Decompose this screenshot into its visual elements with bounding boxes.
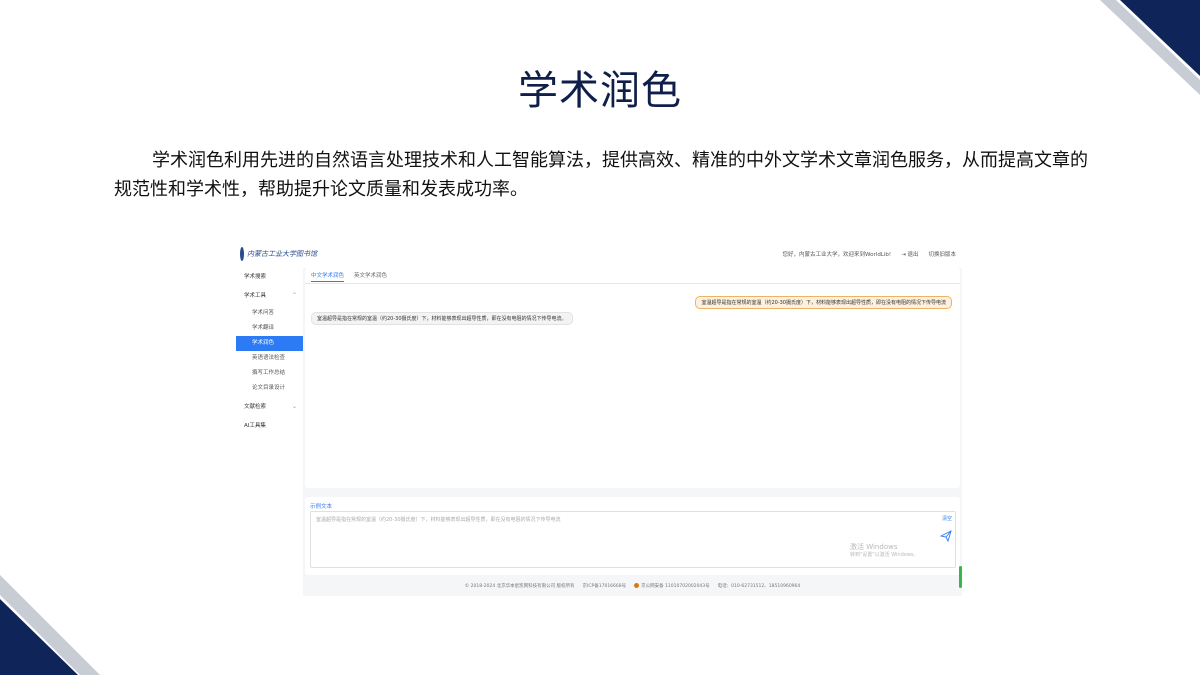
scroll-indicator[interactable] [959,566,962,588]
app-header: 内蒙古工业大学图书馆 您好，内蒙古工业大学，欢迎来到WorldLib! ⇥ 退出… [236,240,962,268]
chevron-down-icon: ⌄ [291,403,297,410]
sidebar-item-academic-search[interactable]: 学术搜索 [236,270,303,284]
corner-decoration-bottom-left [0,575,100,675]
sidebar-subitem-summary[interactable]: 撰写工作总结 [236,366,303,381]
polish-tabs: 中文学术润色 英文学术润色 [311,271,387,282]
sidebar-item-label: 文献检索 [244,404,267,410]
sidebar-item-academic-tools[interactable]: 学术工具 ⌃ [236,289,303,303]
chevron-up-icon: ⌃ [291,292,297,299]
logout-link[interactable]: ⇥ 退出 [901,250,918,258]
footer-phone: 电话：010-62731512、18510960964 [717,584,801,589]
sidebar-subitem-grammar[interactable]: 英语语法检查 [236,351,303,366]
slide-title: 学术润色 [518,68,682,114]
library-logo[interactable]: 内蒙古工业大学图书馆 [240,245,317,262]
greeting-text: 您好，内蒙古工业大学，欢迎来到WorldLib! [782,252,892,258]
sidebar-subitem-qa[interactable]: 学术问答 [236,306,303,321]
tab-divider [305,283,960,284]
tab-chinese-polish[interactable]: 中文学术润色 [311,271,345,282]
footer-icp[interactable]: 京ICP备17016668号 [583,583,627,589]
police-badge-icon [634,583,640,588]
paper-plane-icon[interactable] [940,530,952,542]
switch-version-link[interactable]: 切换旧版本 [928,250,956,258]
footer-copyright: © 2018-2024 北京华本星凯网科技有限公司 版权所有 [464,584,575,589]
logout-label: 退出 [907,252,919,258]
sidebar: 学术搜索 学术工具 ⌃ 学术问答 学术翻译 学术润色 英语语法检查 撰写工作总结… [236,268,303,596]
bot-reply-bubble: 室温超导是指在常规的室温（约20-30摄氏度）下，材料能够表现出超导性质，即在没… [311,312,573,325]
sidebar-item-ai-tools[interactable]: AI工具集 [236,419,303,433]
polish-input[interactable]: 室温超导是指在常规的室温（约20-30摄氏度）下，材料能够表现出超导性质，即在没… [310,511,956,568]
footer-police-text: 京公网安备 11010702002043号 [641,584,710,589]
user-message-bubble: 室温超导是指在常规的室温（约20-30摄氏度）下，材料能够表现出超导性质，即在没… [695,296,952,309]
input-placeholder: 室温超导是指在常规的室温（约20-30摄氏度）下，材料能够表现出超导性质，即在没… [316,517,561,523]
app-screenshot: 内蒙古工业大学图书馆 您好，内蒙古工业大学，欢迎来到WorldLib! ⇥ 退出… [236,240,962,596]
sidebar-subitem-translate[interactable]: 学术翻译 [236,321,303,336]
university-emblem-icon [240,246,244,261]
logout-icon: ⇥ [901,252,906,258]
logo-text: 内蒙古工业大学图书馆 [247,249,317,258]
app-footer: © 2018-2024 北京华本星凯网科技有限公司 版权所有 京ICP备1701… [305,580,960,592]
sidebar-subitem-outline[interactable]: 论文目录设计 [236,381,303,396]
slide-description: 学术润色利用先进的自然语言处理技术和人工智能算法，提供高效、精准的中外文学术文章… [114,150,1088,200]
footer-police[interactable]: 京公网安备 11010702002043号 [634,583,710,589]
watermark-line1: 激活 Windows [850,543,898,551]
tab-english-polish[interactable]: 英文学术润色 [354,271,387,282]
clear-button[interactable]: 清空 [942,515,952,522]
sidebar-subitem-polish[interactable]: 学术润色 [236,336,303,351]
sidebar-item-literature-search[interactable]: 文献检索 ⌄ [236,400,303,414]
sidebar-item-label: 学术工具 [244,293,267,299]
header-actions: 您好，内蒙古工业大学，欢迎来到WorldLib! ⇥ 退出 切换旧版本 [783,250,956,258]
sample-text-link[interactable]: 示例文本 [310,502,332,510]
input-panel: 示例文本 室温超导是指在常规的室温（约20-30摄氏度）下，材料能够表现出超导性… [305,497,960,575]
watermark-line2: 转到"设置"以激活 Windows。 [850,552,919,558]
chat-panel: 中文学术润色 英文学术润色 室温超导是指在常规的室温（约20-30摄氏度）下，材… [305,268,960,488]
windows-activation-watermark: 激活 Windows 转到"设置"以激活 Windows。 [850,543,919,559]
sidebar-item-label: 学术搜索 [244,274,267,280]
sidebar-item-label: AI工具集 [244,423,266,429]
